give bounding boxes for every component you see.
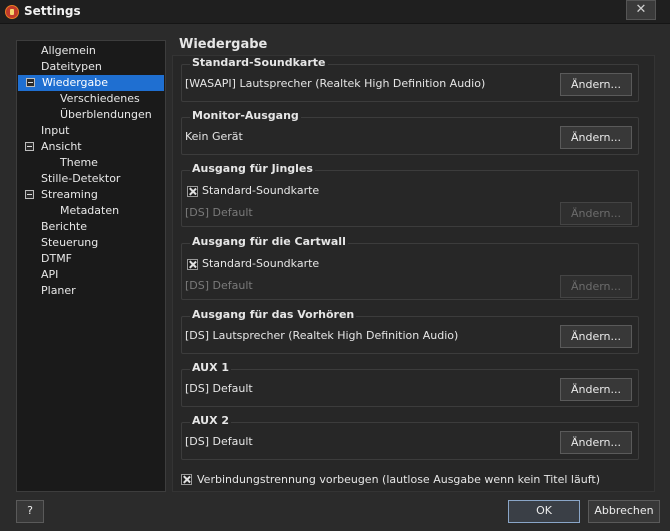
page-title: Wiedergabe	[179, 37, 268, 52]
sidebar-item-label: Dateitypen	[41, 60, 102, 73]
group-cartwall-output: Ausgang für die Cartwall Standard-Soundk…	[181, 235, 639, 300]
group-label: AUX 2	[190, 414, 232, 427]
cartwall-default-soundcard-checkbox[interactable]	[187, 259, 198, 270]
device-value: [DS] Default	[185, 279, 253, 292]
collapse-toggle-icon[interactable]	[25, 142, 34, 151]
group-aux-2: AUX 2 [DS] Default Ändern...	[181, 414, 639, 460]
device-value: [DS] Default	[185, 382, 253, 395]
sidebar-item-steuerung[interactable]: Steuerung	[17, 235, 165, 251]
app-logo-icon	[5, 5, 19, 19]
cancel-button[interactable]: Abbrechen	[588, 500, 660, 523]
sidebar-item-label: Streaming	[41, 188, 98, 201]
sidebar-item-label: Verschiedenes	[60, 92, 140, 105]
collapse-toggle-icon[interactable]	[25, 190, 34, 199]
group-preview-output: Ausgang für das Vorhören [DS] Lautsprech…	[181, 308, 639, 354]
device-value: [WASAPI] Lautsprecher (Realtek High Defi…	[185, 77, 486, 90]
device-value: [DS] Default	[185, 435, 253, 448]
sidebar-item-label: Überblendungen	[60, 108, 152, 121]
change-cartwall-output-button[interactable]: Ändern...	[560, 275, 632, 298]
change-aux-1-button[interactable]: Ändern...	[560, 378, 632, 401]
device-value: [DS] Lautsprecher (Realtek High Definiti…	[185, 329, 459, 342]
group-aux-1: AUX 1 [DS] Default Ändern...	[181, 361, 639, 407]
group-jingles-output: Ausgang für Jingles Standard-Soundkarte …	[181, 162, 639, 227]
sidebar-item-dateitypen[interactable]: Dateitypen	[17, 59, 165, 75]
ok-button[interactable]: OK	[508, 500, 580, 523]
sidebar-item-planer[interactable]: Planer	[17, 283, 165, 299]
change-aux-2-button[interactable]: Ändern...	[560, 431, 632, 454]
sidebar-item-label: Theme	[60, 156, 98, 169]
group-label: Monitor-Ausgang	[190, 109, 301, 122]
sidebar-item-label: Steuerung	[41, 236, 99, 249]
checkbox-label: Standard-Soundkarte	[202, 184, 320, 197]
sidebar-item-label: DTMF	[41, 252, 73, 265]
device-value: Kein Gerät	[185, 130, 243, 143]
sidebar-item-wiedergabe[interactable]: Wiedergabe	[18, 75, 164, 91]
sidebar-item-dtmf[interactable]: DTMF	[17, 251, 165, 267]
jingles-default-soundcard-checkbox[interactable]	[187, 186, 198, 197]
sidebar-item-input[interactable]: Input	[17, 123, 165, 139]
change-preview-output-button[interactable]: Ändern...	[560, 325, 632, 348]
change-standard-soundcard-button[interactable]: Ändern...	[560, 73, 632, 96]
sidebar-item-label: Berichte	[41, 220, 87, 233]
device-value: [DS] Default	[185, 206, 253, 219]
checkbox-label: Standard-Soundkarte	[202, 257, 320, 270]
prevent-disconnect-checkbox[interactable]	[181, 474, 192, 485]
group-label: Ausgang für Jingles	[190, 162, 315, 175]
sidebar-item-label: Metadaten	[60, 204, 120, 217]
sidebar-item-label: Stille-Detektor	[41, 172, 121, 185]
sidebar-item-überblendungen[interactable]: Überblendungen	[17, 107, 165, 123]
change-monitor-output-button[interactable]: Ändern...	[560, 126, 632, 149]
prevent-disconnect-label: Verbindungstrennung vorbeugen (lautlose …	[197, 473, 600, 486]
sidebar-item-theme[interactable]: Theme	[17, 155, 165, 171]
sidebar-item-verschiedenes[interactable]: Verschiedenes	[17, 91, 165, 107]
sidebar-item-label: Input	[41, 124, 70, 137]
window-title: Settings	[24, 4, 81, 18]
sidebar-item-ansicht[interactable]: Ansicht	[17, 139, 165, 155]
collapse-toggle-icon[interactable]	[26, 78, 35, 87]
title-bar: Settings ✕	[0, 0, 670, 24]
sidebar-item-label: Ansicht	[41, 140, 82, 153]
settings-category-tree[interactable]: Allgemein Dateitypen Wiedergabe Verschieden…	[16, 40, 166, 492]
group-label: Ausgang für das Vorhören	[190, 308, 357, 321]
sidebar-item-stille-detektor[interactable]: Stille-Detektor	[17, 171, 165, 187]
help-button[interactable]: ?	[16, 500, 44, 523]
group-label: Standard-Soundkarte	[190, 56, 328, 69]
group-label: AUX 1	[190, 361, 232, 374]
sidebar-item-berichte[interactable]: Berichte	[17, 219, 165, 235]
close-button[interactable]: ✕	[626, 0, 656, 20]
sidebar-item-label: Wiedergabe	[42, 76, 109, 89]
sidebar-item-streaming[interactable]: Streaming	[17, 187, 165, 203]
sidebar-item-label: Allgemein	[41, 44, 96, 57]
group-monitor-output: Monitor-Ausgang Kein Gerät Ändern...	[181, 109, 639, 155]
sidebar-item-api[interactable]: API	[17, 267, 165, 283]
sidebar-item-label: Planer	[41, 284, 76, 297]
sidebar-item-allgemein[interactable]: Allgemein	[17, 43, 165, 59]
change-jingles-output-button[interactable]: Ändern...	[560, 202, 632, 225]
group-standard-soundcard: Standard-Soundkarte [WASAPI] Lautspreche…	[181, 56, 639, 102]
sidebar-item-label: API	[41, 268, 59, 281]
group-label: Ausgang für die Cartwall	[190, 235, 348, 248]
sidebar-item-metadaten[interactable]: Metadaten	[17, 203, 165, 219]
